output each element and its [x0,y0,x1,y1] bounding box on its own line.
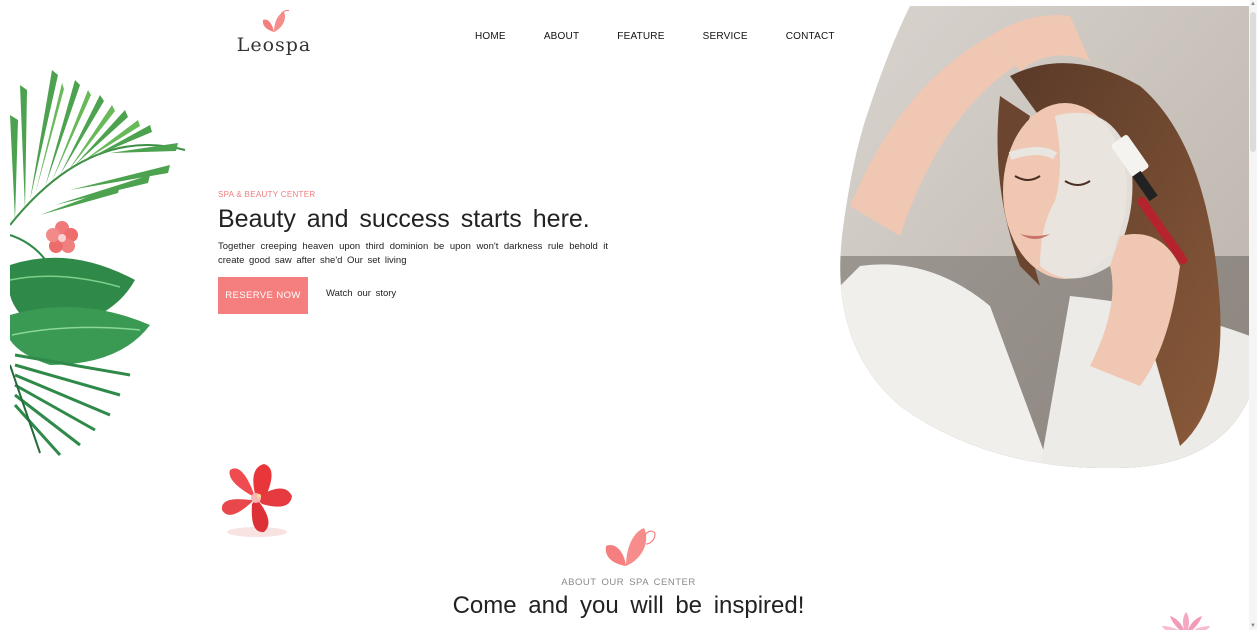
lotus-flower-decoration [1162,612,1210,630]
watch-story-link[interactable]: Watch our story [326,288,396,299]
scroll-thumb[interactable] [1250,12,1256,152]
nav-item-service[interactable]: SERVICE [703,31,748,42]
butterfly-icon [262,9,290,32]
scroll-down-icon[interactable]: ▼ [1250,623,1256,629]
hero-title: Beauty and success starts here. [218,205,590,233]
nav-item-about[interactable]: ABOUT [544,31,579,42]
nav-item-home[interactable]: HOME [475,31,506,42]
hibiscus-flower-decoration [221,464,292,537]
main-nav: HOME ABOUT FEATURE SERVICE CONTACT [460,31,873,42]
hero-description: Together creeping heaven upon third domi… [218,241,608,266]
butterfly-icon [605,528,656,566]
page: Leospa HOME ABOUT FEATURE SERVICE CONTAC… [0,0,1257,630]
page-scrollbar[interactable]: ▲ ▼ [1249,0,1257,630]
about-kicker: ABOUT OUR SPA CENTER [561,577,696,588]
nav-item-feature[interactable]: FEATURE [617,31,664,42]
brand-name: Leospa [236,34,312,56]
reserve-now-button[interactable]: RESERVE NOW [218,277,308,314]
palm-leaves-decoration [0,65,186,460]
hero-kicker: SPA & BEAUTY CENTER [218,190,316,199]
about-title: Come and you will be inspired! [452,592,805,619]
brand-logo[interactable]: Leospa [236,8,312,56]
nav-item-contact[interactable]: CONTACT [786,31,835,42]
hero-photo [840,6,1250,468]
scroll-up-icon[interactable]: ▲ [1250,1,1256,7]
